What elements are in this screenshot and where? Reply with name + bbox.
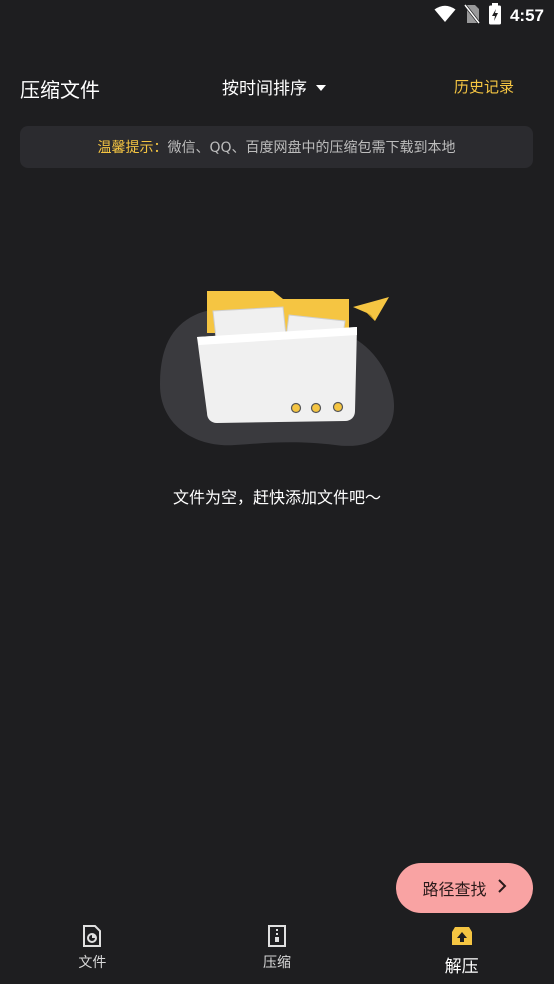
sort-dropdown[interactable]: 按时间排序 xyxy=(222,74,327,99)
nav-label-compress: 压缩 xyxy=(263,955,291,971)
sort-label: 按时间排序 xyxy=(222,79,307,99)
caret-down-icon xyxy=(315,77,327,97)
header: 压缩文件 按时间排序 历史记录 xyxy=(0,64,554,110)
tip-text: 微信、QQ、百度网盘中的压缩包需下载到本地 xyxy=(167,140,456,156)
nav-item-compress[interactable]: 压缩 xyxy=(185,920,370,984)
nav-label-extract: 解压 xyxy=(444,957,479,977)
page-title: 压缩文件 xyxy=(20,78,100,102)
status-time: 4:57 xyxy=(509,6,544,25)
battery-charging-icon xyxy=(488,3,502,29)
chevron-right-icon xyxy=(497,878,507,898)
status-bar: 4:57 xyxy=(0,0,554,32)
nav-item-extract[interactable]: 解压 xyxy=(369,920,554,984)
history-link[interactable]: 历史记录 xyxy=(454,76,514,97)
empty-folder-illustration xyxy=(155,285,400,455)
nav-item-files[interactable]: 文件 xyxy=(0,920,185,984)
unzip-icon xyxy=(450,924,474,948)
path-search-label: 路径查找 xyxy=(422,880,487,899)
no-sim-icon xyxy=(463,4,481,28)
zip-icon xyxy=(265,924,289,948)
status-icons: 4:57 xyxy=(434,3,544,29)
tip-label: 温馨提示： xyxy=(97,140,168,156)
bottom-nav: 文件 压缩 解压 xyxy=(0,920,554,984)
file-icon xyxy=(80,924,104,948)
wifi-icon xyxy=(434,5,456,27)
nav-label-files: 文件 xyxy=(78,955,107,971)
tip-banner: 温馨提示： 微信、QQ、百度网盘中的压缩包需下载到本地 xyxy=(20,126,533,168)
screen: 4:57 压缩文件 按时间排序 历史记录 温馨提示： 微信、QQ、百度网盘中的压… xyxy=(0,0,554,984)
empty-message: 文件为空，赶快添加文件吧～ xyxy=(172,488,381,507)
path-search-button[interactable]: 路径查找 xyxy=(396,863,533,913)
